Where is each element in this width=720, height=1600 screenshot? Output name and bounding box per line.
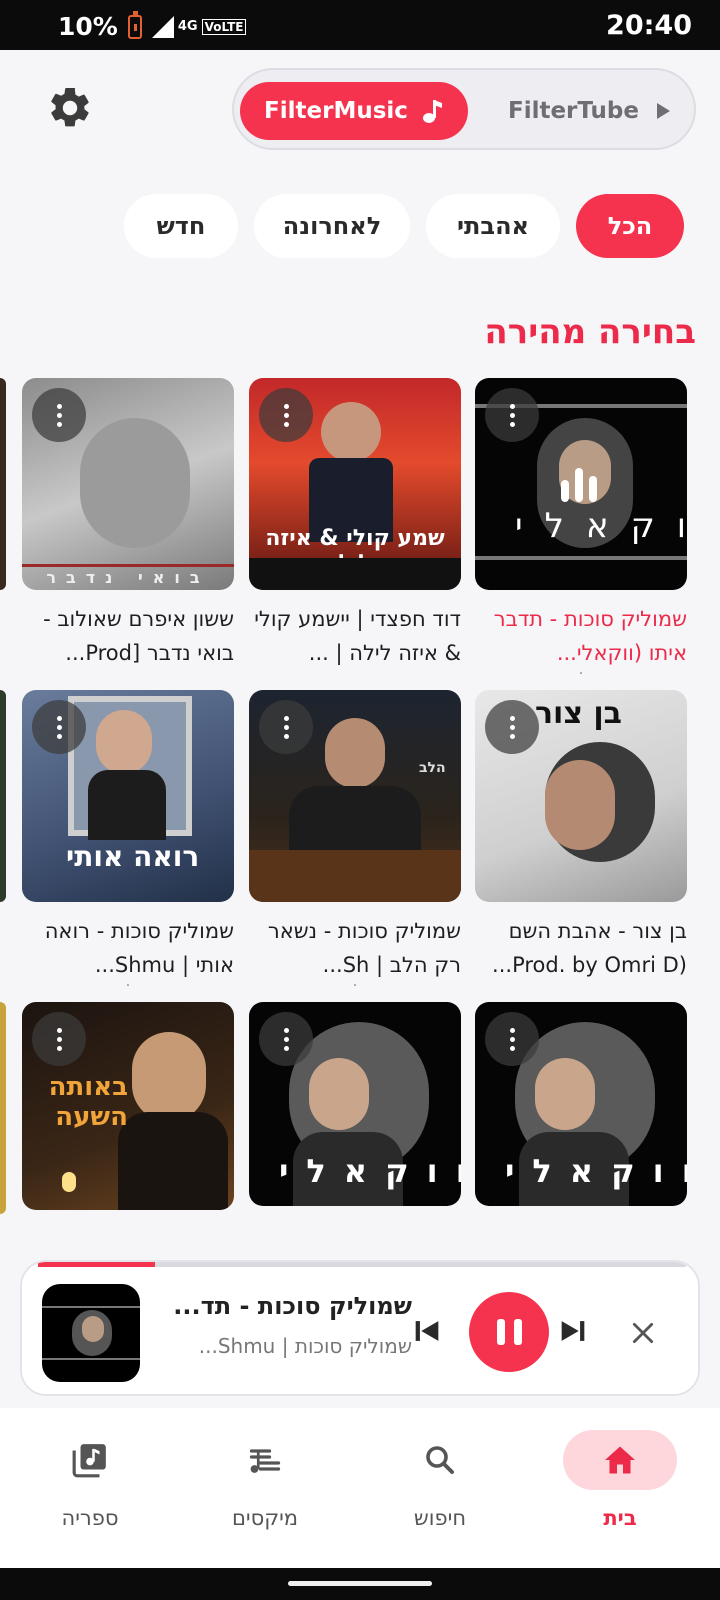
song-card[interactable]: ווקאלי: [475, 1002, 687, 1206]
home-indicator: [288, 1581, 432, 1586]
nav-library[interactable]: ספריה: [20, 1430, 160, 1530]
song-title: בן צור - אהבת השם (Prod. by Omri D...: [492, 919, 687, 977]
bottom-nav: בית חיפוש מיקסים ספריה: [0, 1408, 720, 1568]
section-title: בחירה מהירה: [484, 312, 696, 352]
peek-card: [0, 1002, 6, 1214]
search-icon: [426, 1446, 454, 1474]
equalizer-icon: [561, 468, 601, 502]
chip-label: הכל: [607, 212, 653, 240]
music-note-icon: [422, 100, 442, 123]
signal-icon: 4G VoLTE: [151, 15, 247, 38]
now-playing-artist: שמוליק סוכות | Shmu...: [198, 1334, 412, 1358]
tab-filtertube[interactable]: FilterTube: [484, 82, 694, 140]
battery-icon: [127, 10, 142, 39]
now-playing-art: [42, 1284, 140, 1382]
chip-liked[interactable]: אהבתי: [426, 194, 560, 258]
mode-switch: FilterMusic FilterTube: [232, 68, 696, 150]
gear-icon[interactable]: [46, 84, 94, 132]
library-icon: [72, 1444, 106, 1478]
previous-icon: [415, 1321, 439, 1341]
nav-home[interactable]: בית: [550, 1430, 690, 1530]
album-art-text: רואה אותי: [66, 840, 200, 873]
song-card[interactable]: ווקאלי שמוליק סוכות - תדבר איתו (ווקאלי.…: [475, 378, 687, 682]
album-art: שמע קולי & איזה ליל: [249, 378, 461, 590]
network-type: 4G: [177, 19, 198, 34]
song-title: שמוליק סוכות - נשאר רק הלב | Sh...: [267, 919, 461, 977]
gesture-bar: [0, 1568, 720, 1600]
album-art: הלב: [249, 690, 461, 902]
tab-filtertube-label: FilterTube: [507, 98, 639, 124]
album-art: ווקאלי: [249, 1002, 461, 1206]
close-icon: [632, 1322, 654, 1344]
tab-filtermusic-label: FilterMusic: [264, 98, 408, 124]
song-card[interactable]: הלב שמוליק סוכות - נשאר רק הלב | Sh... ·: [249, 690, 461, 994]
peek-card: [0, 378, 6, 590]
song-title: דוד חפצדי | יישמע קולי & איזה לילה | ...: [254, 607, 461, 665]
tab-filtermusic[interactable]: FilterMusic: [240, 82, 468, 140]
more-options-button[interactable]: [485, 388, 539, 442]
battery-percent: 10%: [58, 12, 118, 41]
next-button[interactable]: [556, 1314, 590, 1348]
album-art: בואי נדבר: [22, 378, 234, 590]
song-card[interactable]: בואי נדבר ששון איפרם שאולוב - בואי נדבר …: [22, 378, 234, 670]
chip-all[interactable]: הכל: [576, 194, 684, 258]
chip-label: לאחרונה: [282, 212, 382, 240]
album-art: בן צור: [475, 690, 687, 902]
album-art-text: ווקאלי: [279, 1152, 461, 1190]
more-options-button[interactable]: [32, 1012, 86, 1066]
album-art-text: הלב: [419, 760, 446, 776]
status-bar: 10% 4G VoLTE 20:40: [0, 0, 720, 50]
nav-mixes[interactable]: מיקסים: [195, 1430, 335, 1530]
song-card[interactable]: רואה אותי שמוליק סוכות - רואה אותי | Shm…: [22, 690, 234, 994]
more-options-button[interactable]: [32, 700, 86, 754]
previous-button[interactable]: [410, 1314, 444, 1348]
nav-library-label: ספריה: [61, 1506, 119, 1530]
home-icon: [605, 1446, 635, 1474]
next-icon: [561, 1321, 585, 1341]
mini-player[interactable]: שמוליק סוכות - תד... שמוליק סוכות | Shmu…: [20, 1260, 700, 1396]
chip-label: חדש: [156, 212, 206, 240]
playback-progress[interactable]: [38, 1262, 686, 1267]
album-art-text: באותה השעה: [48, 1072, 128, 1132]
song-card[interactable]: שמע קולי & איזה ליל דוד חפצדי | יישמע קו…: [249, 378, 461, 670]
more-options-button[interactable]: [32, 388, 86, 442]
status-left: 10% 4G VoLTE: [58, 10, 247, 41]
song-card[interactable]: באותה השעה: [22, 1002, 234, 1210]
song-title: ששון איפרם שאולוב - בואי נדבר [Prod...: [43, 607, 234, 665]
nav-mixes-label: מיקסים: [231, 1506, 299, 1530]
close-button[interactable]: [630, 1320, 656, 1346]
more-options-button[interactable]: [485, 1012, 539, 1066]
album-art-text: ווקאלי: [505, 1152, 687, 1190]
song-card[interactable]: בן צור בן צור - אהבת השם (Prod. by Omri …: [475, 690, 687, 982]
volte-badge: VoLTE: [201, 18, 247, 35]
nav-home-label: בית: [603, 1506, 637, 1530]
song-title: שמוליק סוכות - תדבר איתו (ווקאלי...: [493, 607, 687, 665]
play-icon: [657, 103, 670, 119]
album-art-text: בואי נדבר: [46, 568, 210, 587]
playlist-icon: [249, 1449, 281, 1473]
more-options-button[interactable]: [259, 388, 313, 442]
now-playing-title: שמוליק סוכות - תד...: [173, 1292, 412, 1320]
chip-recent[interactable]: לאחרונה: [254, 194, 410, 258]
song-card[interactable]: ווקאלי: [249, 1002, 461, 1206]
more-options-button[interactable]: [485, 700, 539, 754]
nav-search[interactable]: חיפוש: [370, 1430, 510, 1530]
song-title: שמוליק סוכות - רואה אותי | Shmu...: [44, 919, 234, 977]
album-art: באותה השעה: [22, 1002, 234, 1210]
album-art-text: ווקאלי: [515, 506, 687, 546]
album-art: רואה אותי: [22, 690, 234, 902]
nav-search-label: חיפוש: [413, 1506, 467, 1530]
chip-new[interactable]: חדש: [124, 194, 238, 258]
status-time: 20:40: [606, 10, 692, 41]
playback-progress-fill: [38, 1262, 155, 1267]
pause-button[interactable]: [469, 1292, 549, 1372]
album-art: ווקאלי: [475, 1002, 687, 1206]
album-art-text: בן צור: [535, 696, 622, 731]
album-art: ווקאלי: [475, 378, 687, 590]
more-options-button[interactable]: [259, 700, 313, 754]
chip-label: אהבתי: [456, 212, 530, 240]
peek-card: [0, 690, 6, 902]
more-options-button[interactable]: [259, 1012, 313, 1066]
